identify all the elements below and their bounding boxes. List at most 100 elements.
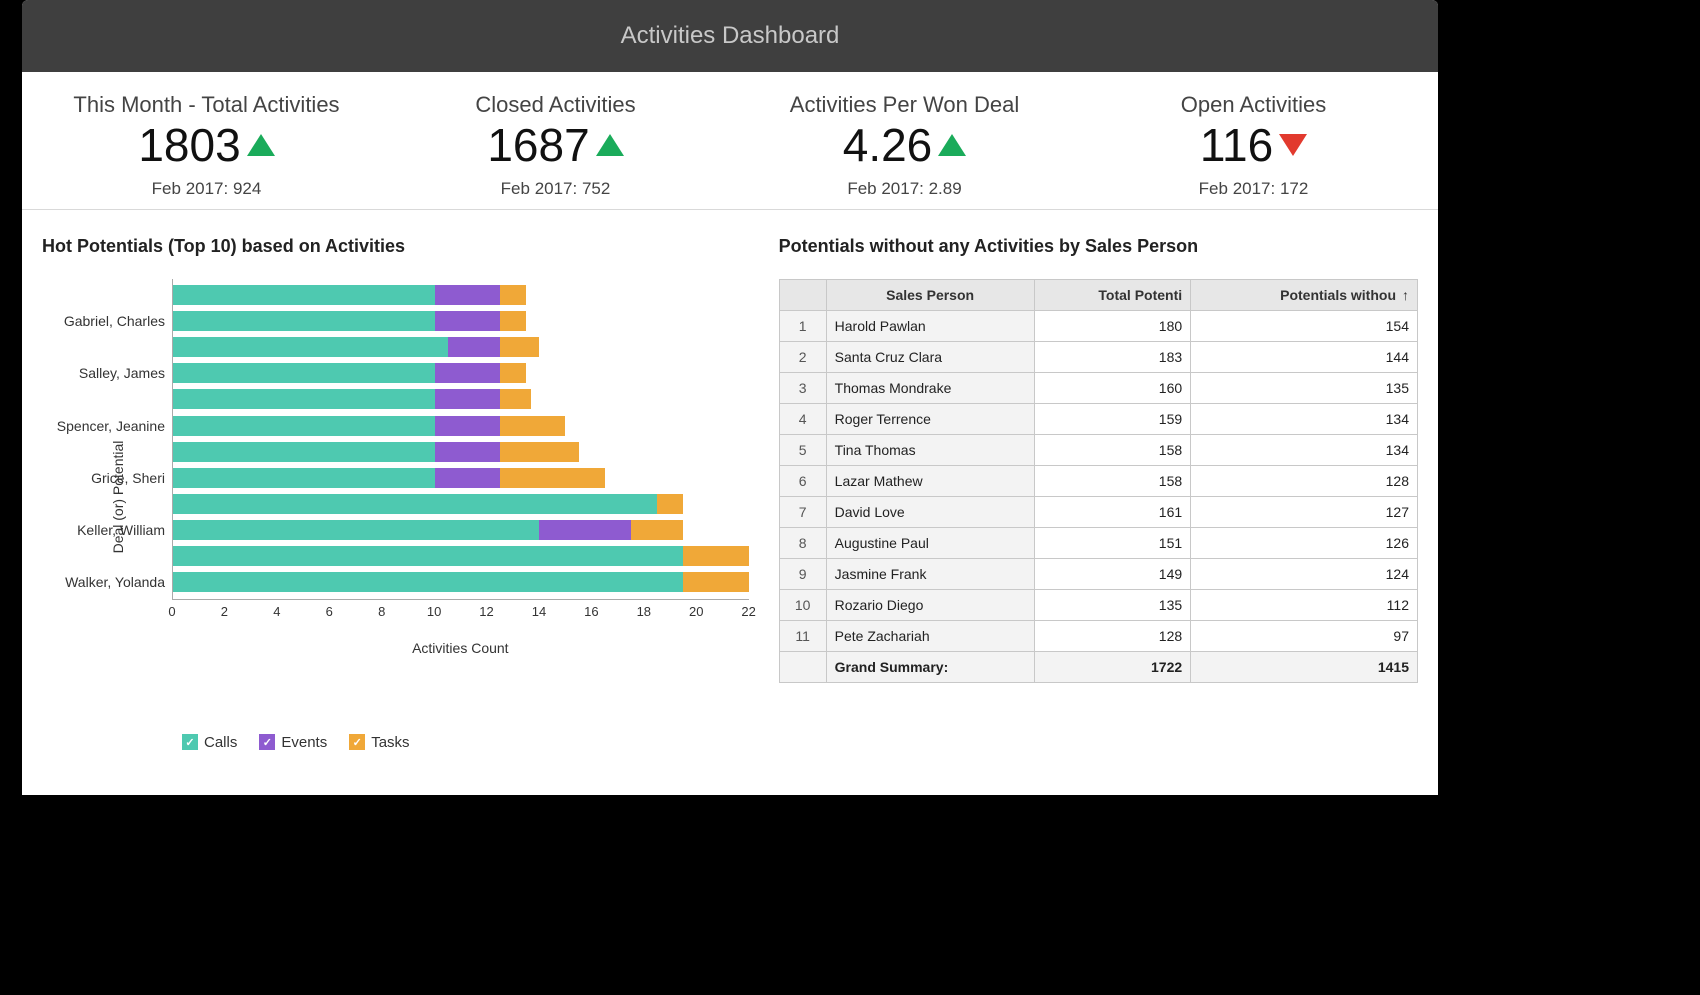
- cell-total: 159: [1034, 403, 1191, 434]
- legend-item-tasks: ✓ Tasks: [349, 734, 409, 751]
- table-row[interactable]: 2Santa Cruz Clara183144: [779, 341, 1417, 372]
- cell-total: 135: [1034, 589, 1191, 620]
- grand-summary-row: Grand Summary:17221415: [779, 651, 1417, 682]
- table-row[interactable]: 5Tina Thomas158134: [779, 434, 1417, 465]
- col-potentials-without[interactable]: Potentials withou: [1191, 279, 1418, 310]
- trend-up-icon: [938, 134, 966, 156]
- cell-total: 128: [1034, 620, 1191, 651]
- stacked-bar-chart: Gabriel, CharlesSalley, JamesSpencer, Je…: [172, 279, 749, 600]
- col-total-potential[interactable]: Total Potenti: [1034, 279, 1191, 310]
- bar-seg-events: [435, 285, 500, 305]
- table-row[interactable]: 11Pete Zachariah12897: [779, 620, 1417, 651]
- cell-without: 97: [1191, 620, 1418, 651]
- legend-item-events: ✓ Events: [259, 734, 327, 751]
- bar-seg-tasks: [631, 520, 683, 540]
- cell-total: 151: [1034, 527, 1191, 558]
- row-index: 11: [779, 620, 826, 651]
- row-index: 1: [779, 310, 826, 341]
- bar-seg-calls: [173, 285, 435, 305]
- bar-seg-events: [435, 416, 500, 436]
- row-index: 5: [779, 434, 826, 465]
- bar-seg-tasks: [500, 389, 531, 409]
- x-tick: 16: [584, 604, 598, 619]
- table-row[interactable]: 10Rozario Diego135112: [779, 589, 1417, 620]
- cell-without: 144: [1191, 341, 1418, 372]
- bar-row: [173, 442, 749, 462]
- bar-row: [173, 520, 749, 540]
- kpi-subtext: Feb 2017: 752: [391, 179, 720, 199]
- bar-seg-events: [435, 468, 500, 488]
- cell-without: 135: [1191, 372, 1418, 403]
- bar-row: [173, 546, 749, 566]
- x-tick: 12: [479, 604, 493, 619]
- bar-row: [173, 416, 749, 436]
- cell-sales-person: Santa Cruz Clara: [826, 341, 1034, 372]
- x-tick: 6: [326, 604, 333, 619]
- x-tick: 14: [532, 604, 546, 619]
- cell-total: 149: [1034, 558, 1191, 589]
- bar-seg-calls: [173, 337, 448, 357]
- kpi-value: 4.26: [843, 120, 933, 171]
- kpi-subtext: Feb 2017: 924: [42, 179, 371, 199]
- legend-item-calls: ✓ Calls: [182, 734, 237, 751]
- bar-row: [173, 468, 749, 488]
- potentials-without-activities-panel: Potentials without any Activities by Sal…: [779, 230, 1418, 751]
- kpi-total-activities: This Month - Total Activities 1803 Feb 2…: [32, 92, 381, 199]
- bar-seg-events: [435, 311, 500, 331]
- bar-category-label: Gabriel, Charles: [64, 313, 173, 329]
- sales-person-table: Sales Person Total Potenti Potentials wi…: [779, 279, 1418, 683]
- x-tick: 4: [273, 604, 280, 619]
- bar-row: [173, 572, 749, 592]
- bar-seg-calls: [173, 363, 435, 383]
- col-sales-person[interactable]: Sales Person: [826, 279, 1034, 310]
- chart-x-axis-label: Activities Count: [172, 640, 749, 656]
- x-tick: 22: [741, 604, 755, 619]
- cell-total: 158: [1034, 434, 1191, 465]
- bar-seg-calls: [173, 442, 435, 462]
- table-row[interactable]: 1Harold Pawlan180154: [779, 310, 1417, 341]
- cell-sales-person: Rozario Diego: [826, 589, 1034, 620]
- cell-sales-person: Lazar Mathew: [826, 465, 1034, 496]
- table-row[interactable]: 3Thomas Mondrake160135: [779, 372, 1417, 403]
- page-title: Activities Dashboard: [22, 0, 1438, 72]
- bar-seg-calls: [173, 389, 435, 409]
- table-row[interactable]: 9Jasmine Frank149124: [779, 558, 1417, 589]
- cell-sales-person: David Love: [826, 496, 1034, 527]
- row-index: 4: [779, 403, 826, 434]
- bar-seg-calls: [173, 494, 657, 514]
- checkbox-icon: ✓: [182, 734, 198, 750]
- row-index: 8: [779, 527, 826, 558]
- table-row[interactable]: 4Roger Terrence159134: [779, 403, 1417, 434]
- hot-potentials-panel: Hot Potentials (Top 10) based on Activit…: [42, 230, 749, 751]
- bar-row: [173, 337, 749, 357]
- table-row[interactable]: 7David Love161127: [779, 496, 1417, 527]
- bar-category-label: Grice, Sheri: [91, 470, 173, 486]
- grand-total: 1722: [1034, 651, 1191, 682]
- kpi-row: This Month - Total Activities 1803 Feb 2…: [22, 72, 1438, 210]
- cell-total: 183: [1034, 341, 1191, 372]
- cell-sales-person: Harold Pawlan: [826, 310, 1034, 341]
- x-tick: 8: [378, 604, 385, 619]
- kpi-label: Open Activities: [1089, 92, 1418, 118]
- table-corner: [779, 279, 826, 310]
- bar-row: [173, 311, 749, 331]
- bar-seg-tasks: [500, 337, 539, 357]
- x-tick: 10: [427, 604, 441, 619]
- chart-y-axis-label: Deal (or) Potential: [110, 417, 126, 577]
- kpi-per-won-deal: Activities Per Won Deal 4.26 Feb 2017: 2…: [730, 92, 1079, 199]
- bar-category-label: Salley, James: [79, 365, 173, 381]
- dashboard-panel: Activities Dashboard This Month - Total …: [22, 0, 1438, 795]
- bar-seg-tasks: [500, 285, 526, 305]
- chart-legend: ✓ Calls ✓ Events ✓ Tasks: [42, 734, 749, 751]
- bar-seg-tasks: [500, 311, 526, 331]
- row-index: 2: [779, 341, 826, 372]
- legend-label: Events: [281, 734, 327, 751]
- cell-sales-person: Jasmine Frank: [826, 558, 1034, 589]
- cell-total: 160: [1034, 372, 1191, 403]
- bar-row: [173, 363, 749, 383]
- bar-row: [173, 285, 749, 305]
- table-row[interactable]: 8Augustine Paul151126: [779, 527, 1417, 558]
- table-row[interactable]: 6Lazar Mathew158128: [779, 465, 1417, 496]
- cell-sales-person: Pete Zachariah: [826, 620, 1034, 651]
- kpi-value: 1803: [138, 120, 240, 171]
